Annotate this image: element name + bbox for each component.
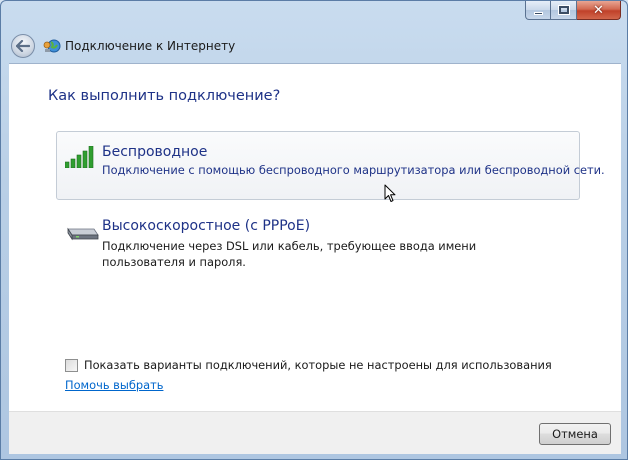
option-wireless[interactable]: Беспроводное Подключение с помощью беспр… [56, 131, 605, 200]
wireless-signal-icon [65, 146, 94, 168]
page-heading: Как выполнить подключение? [48, 88, 281, 104]
network-globe-icon [43, 39, 61, 53]
mouse-pointer-icon [384, 184, 396, 202]
show-unconfigured-row: Показать варианты подключений, которые н… [65, 358, 552, 372]
close-button[interactable]: ✕ [577, 1, 621, 20]
maximize-button[interactable] [551, 1, 577, 20]
back-arrow-icon [16, 40, 30, 52]
show-unconfigured-checkbox[interactable] [65, 358, 78, 372]
maximize-icon [557, 5, 570, 15]
caption-buttons: ✕ [525, 1, 621, 20]
option-broadband-pppoe[interactable]: Высокоскоростное (с PPPoE) Подключение ч… [56, 207, 580, 279]
option-broadband-title: Высокоскоростное (с PPPoE) [102, 218, 311, 234]
back-button[interactable] [11, 34, 35, 58]
option-wireless-title: Беспроводное [102, 144, 208, 160]
cancel-button[interactable]: Отмена [539, 423, 611, 445]
option-broadband-description: Подключение через DSL или кабель, требую… [102, 239, 477, 269]
footer-bar: Отмена [9, 411, 621, 454]
close-icon: ✕ [593, 2, 604, 18]
option-wireless-description: Подключение с помощью беспроводного марш… [102, 163, 605, 177]
help-choose-link[interactable]: Помочь выбрать [65, 378, 163, 392]
content-panel: Как выполнить подключение? Беспроводное … [9, 63, 621, 412]
minimize-icon [533, 11, 543, 15]
minimize-button[interactable] [525, 1, 551, 20]
window-title: Подключение к Интернету [65, 39, 236, 53]
window-frame: ✕ Подключение к Интернету Как выполнить … [0, 0, 628, 460]
broadband-modem-icon [67, 227, 99, 241]
show-unconfigured-label[interactable]: Показать варианты подключений, которые н… [84, 358, 552, 372]
